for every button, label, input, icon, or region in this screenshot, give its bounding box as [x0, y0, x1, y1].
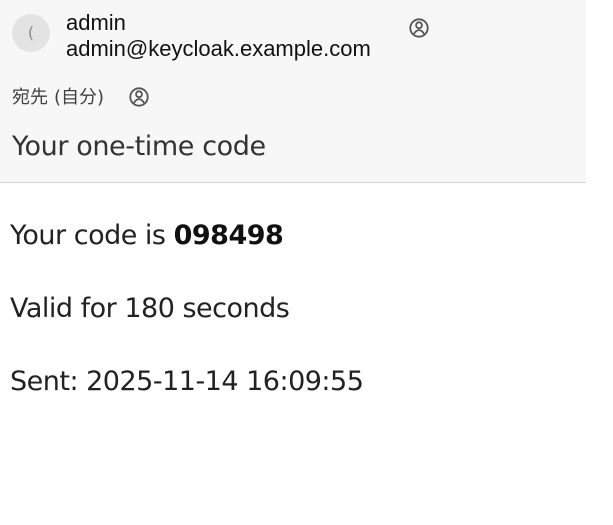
recipient-line: 宛先 (自分)	[12, 86, 104, 110]
code-line: Your code is 098498	[10, 219, 284, 253]
validity-line: Valid for 180 seconds	[10, 293, 290, 324]
email-view: ( admin admin@keycloak.example.com 宛先 (自分…	[0, 0, 613, 525]
contact-card-icon[interactable]	[408, 17, 430, 39]
sent-timestamp: Sent: 2025-11-14 16:09:55	[10, 366, 364, 397]
sender-name[interactable]: admin	[66, 10, 126, 36]
sender-avatar[interactable]: (	[12, 14, 50, 52]
recipient-name[interactable]: (自分)	[54, 87, 104, 108]
one-time-code: 098498	[173, 220, 284, 251]
email-subject: Your one-time code	[12, 131, 266, 162]
recipient-contact-card-icon[interactable]	[128, 86, 150, 108]
code-prefix: Your code is	[10, 220, 174, 251]
sender-email[interactable]: admin@keycloak.example.com	[66, 36, 371, 62]
to-label: 宛先	[12, 87, 48, 108]
email-header: ( admin admin@keycloak.example.com 宛先 (自分…	[0, 0, 586, 183]
